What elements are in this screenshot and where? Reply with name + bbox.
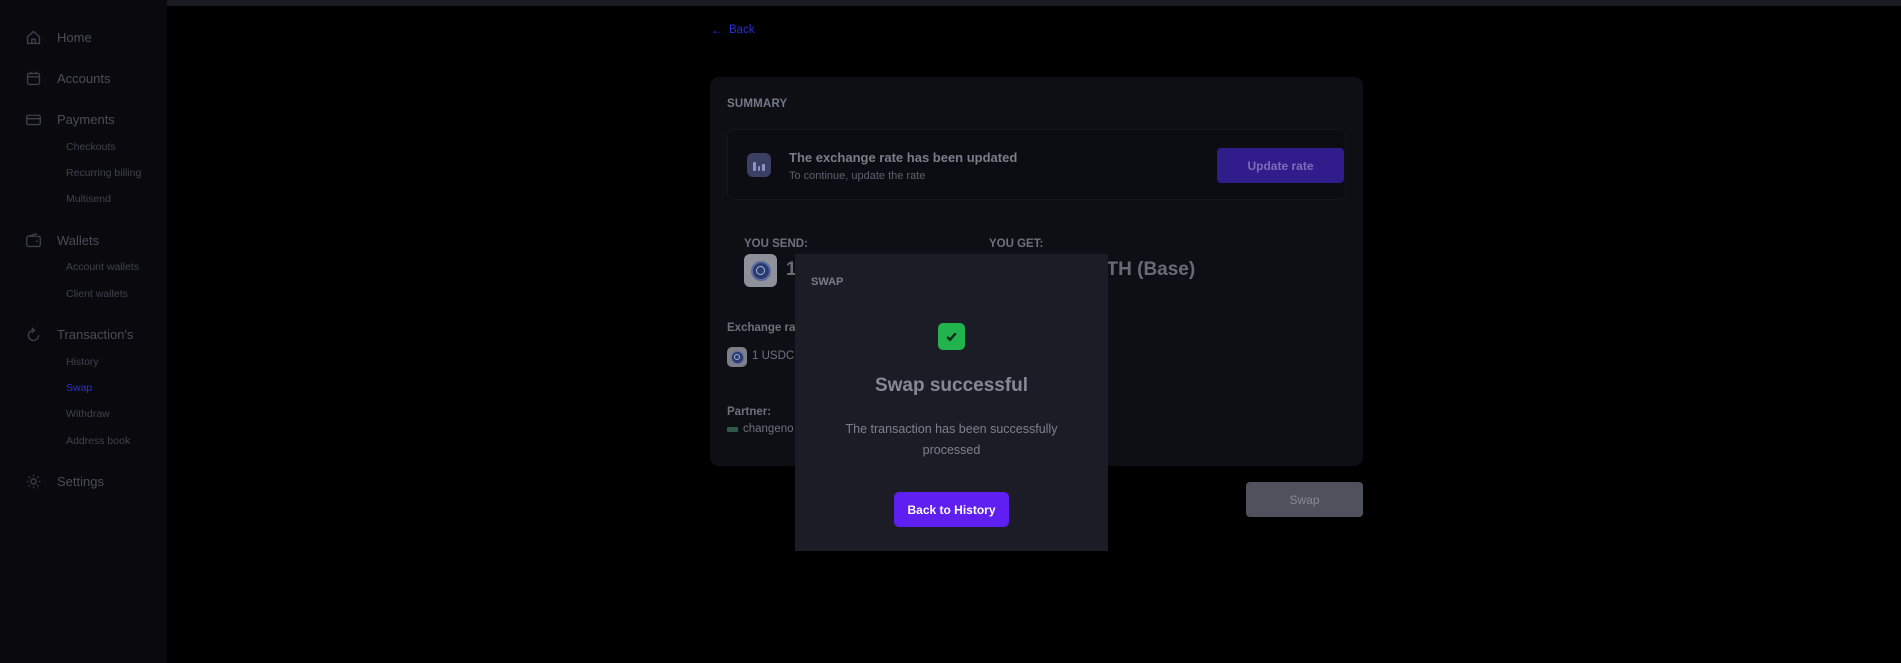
back-link-label: Back — [729, 24, 755, 36]
modal-heading: Swap successful — [874, 375, 1029, 396]
sidebar-item-client-wallets[interactable]: Client wallets — [66, 288, 128, 300]
sidebar-item-label: Transaction's — [57, 326, 134, 342]
modal-title: SWAP — [811, 276, 844, 288]
sidebar: Home Accounts Payments Checkouts Recurri… — [0, 0, 167, 663]
wallet-icon — [24, 231, 42, 249]
sidebar-item-swap[interactable]: Swap — [66, 382, 92, 394]
sidebar-item-address-book[interactable]: Address book — [66, 435, 130, 447]
partner-value: changeno — [743, 423, 794, 435]
usdc-coin-icon — [744, 254, 777, 287]
sidebar-item-home[interactable]: Home — [24, 26, 92, 48]
sidebar-item-label: Wallets — [57, 232, 100, 248]
update-rate-button[interactable]: Update rate — [1217, 148, 1344, 183]
sidebar-item-label: Settings — [57, 473, 104, 489]
usdc-coin-icon — [727, 347, 747, 367]
sidebar-item-label: Accounts — [57, 70, 111, 86]
sidebar-item-account-wallets[interactable]: Account wallets — [66, 261, 139, 273]
swap-success-modal: SWAP Swap successful The transaction has… — [795, 254, 1108, 551]
sidebar-item-transactions[interactable]: Transaction's — [24, 323, 133, 345]
modal-message: The transaction has been successfully pr… — [845, 422, 1058, 457]
check-icon — [938, 323, 965, 350]
you-send-label: YOU SEND: — [744, 238, 808, 250]
rate-update-notice: The exchange rate has been updated To co… — [727, 129, 1346, 200]
exchange-rate-value: 1 USDC — [752, 350, 795, 362]
sidebar-item-settings[interactable]: Settings — [24, 470, 104, 492]
partner-label: Partner: — [727, 406, 772, 418]
partner-logo-icon — [727, 427, 738, 432]
rate-notice-heading: The exchange rate has been updated — [789, 150, 1018, 165]
sidebar-item-recurring-billing[interactable]: Recurring billing — [66, 167, 141, 179]
sidebar-item-label: Home — [57, 29, 92, 45]
you-get-label: YOU GET: — [989, 238, 1044, 250]
sidebar-item-multisend[interactable]: Multisend — [66, 193, 111, 205]
sidebar-item-history[interactable]: History — [66, 356, 99, 368]
top-bar — [0, 0, 1901, 6]
sidebar-item-label: Payments — [57, 111, 115, 127]
gear-icon — [24, 472, 42, 490]
home-icon — [24, 28, 42, 46]
chart-icon — [747, 153, 771, 177]
back-to-history-button[interactable]: Back to History — [894, 492, 1009, 527]
accounts-icon — [24, 69, 42, 87]
summary-title: SUMMARY — [727, 98, 788, 110]
swap-button[interactable]: Swap — [1246, 482, 1363, 517]
sidebar-item-accounts[interactable]: Accounts — [24, 67, 110, 89]
sidebar-item-wallets[interactable]: Wallets — [24, 229, 99, 251]
sidebar-item-payments[interactable]: Payments — [24, 108, 115, 130]
exchange-rate-label: Exchange rat — [727, 322, 800, 334]
arrow-left-icon: ← — [711, 23, 723, 37]
sidebar-item-checkouts[interactable]: Checkouts — [66, 141, 116, 153]
card-icon — [24, 110, 42, 128]
transactions-icon — [24, 325, 42, 343]
sidebar-item-withdraw[interactable]: Withdraw — [66, 408, 110, 420]
rate-notice-subtext: To continue, update the rate — [789, 170, 926, 182]
back-link[interactable]: ← Back — [711, 23, 755, 37]
